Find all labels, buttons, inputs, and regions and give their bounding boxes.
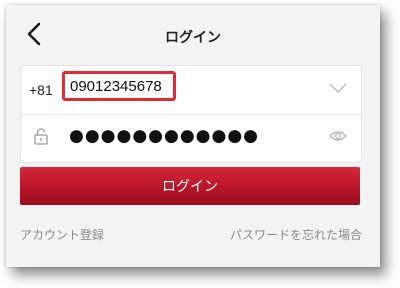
- phone-row: +81: [21, 66, 361, 114]
- header: ログイン: [6, 5, 380, 61]
- forgot-password-link[interactable]: パスワードを忘れた場合: [230, 227, 362, 243]
- page-title: ログイン: [165, 30, 221, 46]
- chevron-down-icon[interactable]: [329, 82, 347, 94]
- login-form: +81 ●●●●●●●●●●●●: [20, 65, 362, 163]
- phone-number-input[interactable]: [62, 71, 176, 101]
- password-row: ●●●●●●●●●●●●: [21, 114, 361, 163]
- login-button[interactable]: ログイン: [20, 167, 360, 205]
- eye-icon[interactable]: [329, 130, 347, 142]
- country-code-selector[interactable]: +81: [29, 81, 53, 99]
- login-screen: ログイン +81 ●●●●●●●●●●●● ログイン アカウント登録 パスワード…: [6, 5, 380, 267]
- register-link[interactable]: アカウント登録: [20, 227, 104, 243]
- password-input[interactable]: ●●●●●●●●●●●●: [69, 126, 259, 146]
- lock-icon: [34, 128, 48, 145]
